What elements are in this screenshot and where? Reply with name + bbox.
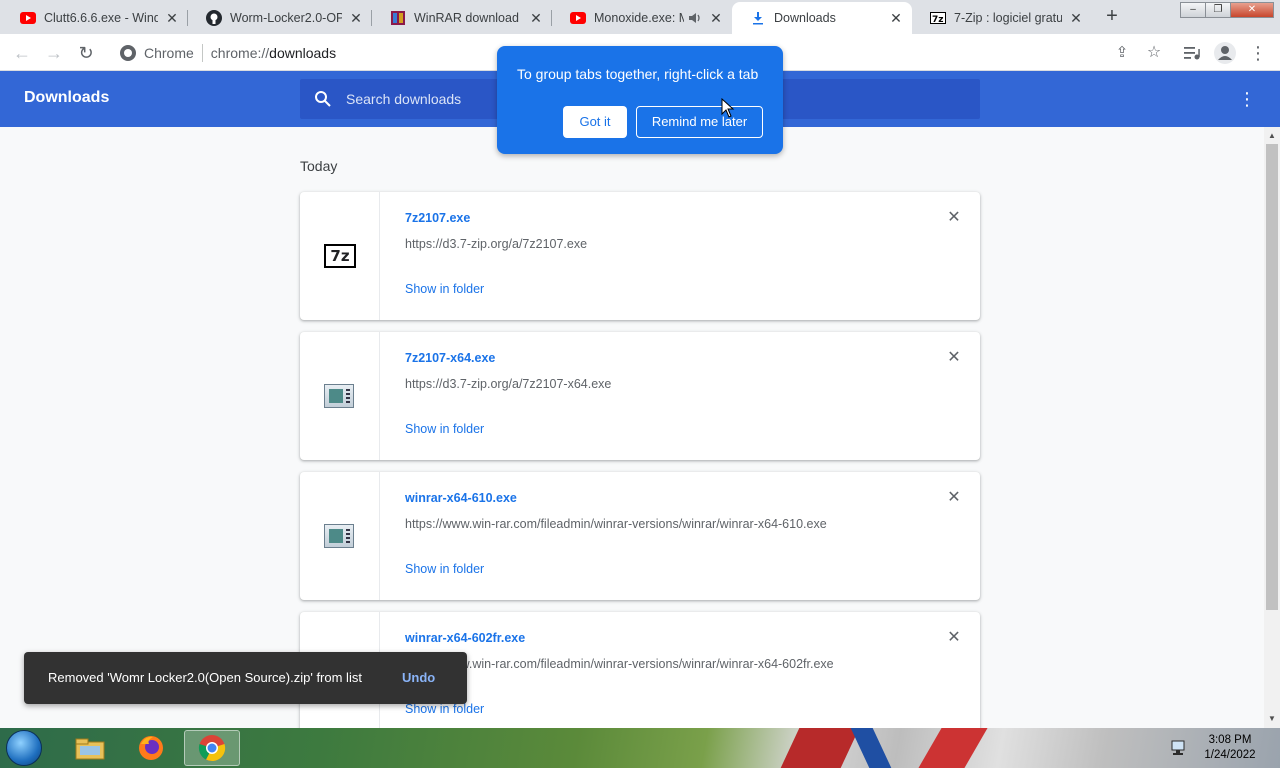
tab-title: Monoxide.exe: M bbox=[594, 11, 684, 25]
share-icon[interactable]: ⇪ bbox=[1110, 41, 1134, 65]
more-options-icon[interactable]: ⋮ bbox=[1238, 89, 1256, 109]
tab-title: Worm-Locker2.0-OPEN bbox=[230, 11, 342, 25]
close-tab-icon[interactable]: ✕ bbox=[888, 10, 904, 26]
tab-title: WinRAR download fre bbox=[414, 11, 522, 25]
bookmark-star-icon[interactable]: ☆ bbox=[1142, 41, 1166, 65]
tab-7zip[interactable]: 7z 7-Zip : logiciel gratuit ✕ bbox=[912, 2, 1092, 34]
window-controls: – ❐ ✕ bbox=[1180, 2, 1274, 18]
7zip-icon: 7z bbox=[930, 10, 946, 26]
tab-title: 7-Zip : logiciel gratuit bbox=[954, 11, 1062, 25]
chrome-page-icon bbox=[120, 44, 136, 61]
close-tab-icon[interactable]: ✕ bbox=[708, 10, 724, 26]
tab-worm-locker[interactable]: Worm-Locker2.0-OPEN ✕ bbox=[188, 2, 372, 34]
download-card: 7z2107-x64.exe https://d3.7-zip.org/a/7z… bbox=[300, 332, 980, 460]
show-in-folder-link[interactable]: Show in folder bbox=[405, 422, 484, 436]
tab-title: Clutt6.6.6.exe - Windo bbox=[44, 11, 158, 25]
clock-date: 1/24/2022 bbox=[1204, 749, 1256, 761]
remove-download-icon[interactable]: ✕ bbox=[944, 628, 964, 648]
system-clock[interactable]: 3:08 PM 1/24/2022 bbox=[1198, 733, 1262, 763]
new-tab-button[interactable]: + bbox=[1101, 6, 1123, 28]
tab-winrar[interactable]: WinRAR download fre ✕ bbox=[372, 2, 552, 34]
show-in-folder-link[interactable]: Show in folder bbox=[405, 702, 484, 716]
wallpaper-shape bbox=[780, 728, 860, 768]
chrome-taskbar-icon[interactable] bbox=[184, 730, 240, 766]
remove-download-icon[interactable]: ✕ bbox=[944, 208, 964, 228]
page-title: Downloads bbox=[24, 89, 110, 106]
network-tray-icon[interactable] bbox=[1170, 740, 1188, 756]
clock-time: 3:08 PM bbox=[1208, 734, 1252, 746]
forward-arrow-icon[interactable]: → bbox=[42, 41, 66, 65]
mouse-cursor-icon bbox=[721, 98, 735, 118]
exe-file-icon bbox=[324, 384, 354, 408]
remind-me-later-button[interactable]: Remind me later bbox=[636, 106, 763, 138]
wallpaper-shape bbox=[918, 728, 988, 768]
close-tab-icon[interactable]: ✕ bbox=[164, 10, 180, 26]
remove-download-icon[interactable]: ✕ bbox=[944, 348, 964, 368]
downloads-list: Today 7z 7z2107.exe https://d3.7-zip.org… bbox=[0, 127, 1264, 728]
scroll-up-arrow-icon[interactable]: ▲ bbox=[1264, 129, 1280, 143]
download-file-name[interactable]: 7z2107.exe bbox=[405, 211, 470, 225]
show-in-folder-link[interactable]: Show in folder bbox=[405, 562, 484, 576]
show-in-folder-link[interactable]: Show in folder bbox=[405, 282, 484, 296]
download-source-url[interactable]: https://www.win-rar.com/fileadmin/winrar… bbox=[405, 657, 834, 671]
audio-playing-icon[interactable] bbox=[688, 11, 702, 25]
close-tab-icon[interactable]: ✕ bbox=[528, 10, 544, 26]
youtube-icon bbox=[20, 10, 36, 26]
restore-button[interactable]: ❐ bbox=[1205, 2, 1231, 18]
winrar-icon bbox=[390, 10, 406, 26]
download-source-url[interactable]: https://www.win-rar.com/fileadmin/winrar… bbox=[405, 517, 827, 531]
tab-groups-promo: To group tabs together, right-click a ta… bbox=[497, 46, 783, 154]
close-tab-icon[interactable]: ✕ bbox=[1068, 10, 1084, 26]
start-button[interactable] bbox=[6, 730, 42, 766]
profile-avatar-icon[interactable] bbox=[1213, 41, 1237, 65]
chrome-menu-icon[interactable]: ⋮ bbox=[1246, 41, 1270, 65]
media-controls-icon[interactable] bbox=[1180, 41, 1204, 65]
download-source-url[interactable]: https://d3.7-zip.org/a/7z2107.exe bbox=[405, 237, 587, 251]
wallpaper-shape bbox=[850, 728, 892, 768]
removal-toast: Removed 'Womr Locker2.0(Open Source).zip… bbox=[24, 652, 467, 704]
back-arrow-icon[interactable]: ← bbox=[10, 41, 34, 65]
github-icon bbox=[206, 10, 222, 26]
remove-download-icon[interactable]: ✕ bbox=[944, 488, 964, 508]
omnibox-divider bbox=[201, 43, 203, 62]
download-card: winrar-x64-610.exe https://www.win-rar.c… bbox=[300, 472, 980, 600]
close-tab-icon[interactable]: ✕ bbox=[348, 10, 364, 26]
file-icon-column bbox=[300, 472, 380, 600]
site-chip: Chrome bbox=[144, 44, 194, 61]
tab-title: Downloads bbox=[774, 11, 836, 25]
download-file-name[interactable]: 7z2107-x64.exe bbox=[405, 351, 495, 365]
reload-icon[interactable]: ↻ bbox=[74, 41, 98, 65]
date-heading: Today bbox=[300, 158, 338, 174]
window-close-button[interactable]: ✕ bbox=[1230, 2, 1274, 18]
download-card: 7z 7z2107.exe https://d3.7-zip.org/a/7z2… bbox=[300, 192, 980, 320]
file-icon-column bbox=[300, 332, 380, 460]
toast-message: Removed 'Womr Locker2.0(Open Source).zip… bbox=[48, 670, 362, 685]
file-icon-column: 7z bbox=[300, 192, 380, 320]
url-scheme: chrome:// bbox=[210, 44, 270, 61]
firefox-taskbar-icon[interactable] bbox=[123, 730, 179, 766]
url-host: downloads bbox=[269, 44, 337, 61]
got-it-button[interactable]: Got it bbox=[563, 106, 627, 138]
tab-clutt[interactable]: Clutt6.6.6.exe - Windo ✕ bbox=[2, 2, 188, 34]
download-source-url[interactable]: https://d3.7-zip.org/a/7z2107-x64.exe bbox=[405, 377, 611, 391]
exe-file-icon bbox=[324, 524, 354, 548]
file-explorer-taskbar-icon[interactable] bbox=[62, 730, 118, 766]
youtube-icon bbox=[570, 10, 586, 26]
tab-downloads[interactable]: Downloads ✕ bbox=[732, 2, 912, 34]
download-file-name[interactable]: winrar-x64-602fr.exe bbox=[405, 631, 525, 645]
windows-taskbar: 3:08 PM 1/24/2022 bbox=[0, 728, 1280, 768]
tab-monoxide[interactable]: Monoxide.exe: M ✕ bbox=[552, 2, 732, 34]
svg-text:7z: 7z bbox=[932, 15, 944, 24]
scroll-down-arrow-icon[interactable]: ▼ bbox=[1264, 712, 1280, 726]
page-scrollbar[interactable]: ▲ ▼ bbox=[1264, 127, 1280, 728]
minimize-button[interactable]: – bbox=[1180, 2, 1206, 18]
tab-strip: Clutt6.6.6.exe - Windo ✕ Worm-Locker2.0-… bbox=[0, 0, 1280, 34]
download-file-name[interactable]: winrar-x64-610.exe bbox=[405, 491, 517, 505]
scrollbar-thumb[interactable] bbox=[1266, 144, 1278, 610]
undo-button[interactable]: Undo bbox=[402, 670, 435, 685]
download-icon bbox=[750, 10, 766, 26]
promo-text: To group tabs together, right-click a ta… bbox=[517, 66, 759, 82]
7zip-file-icon: 7z bbox=[324, 244, 356, 268]
search-icon bbox=[315, 91, 331, 107]
